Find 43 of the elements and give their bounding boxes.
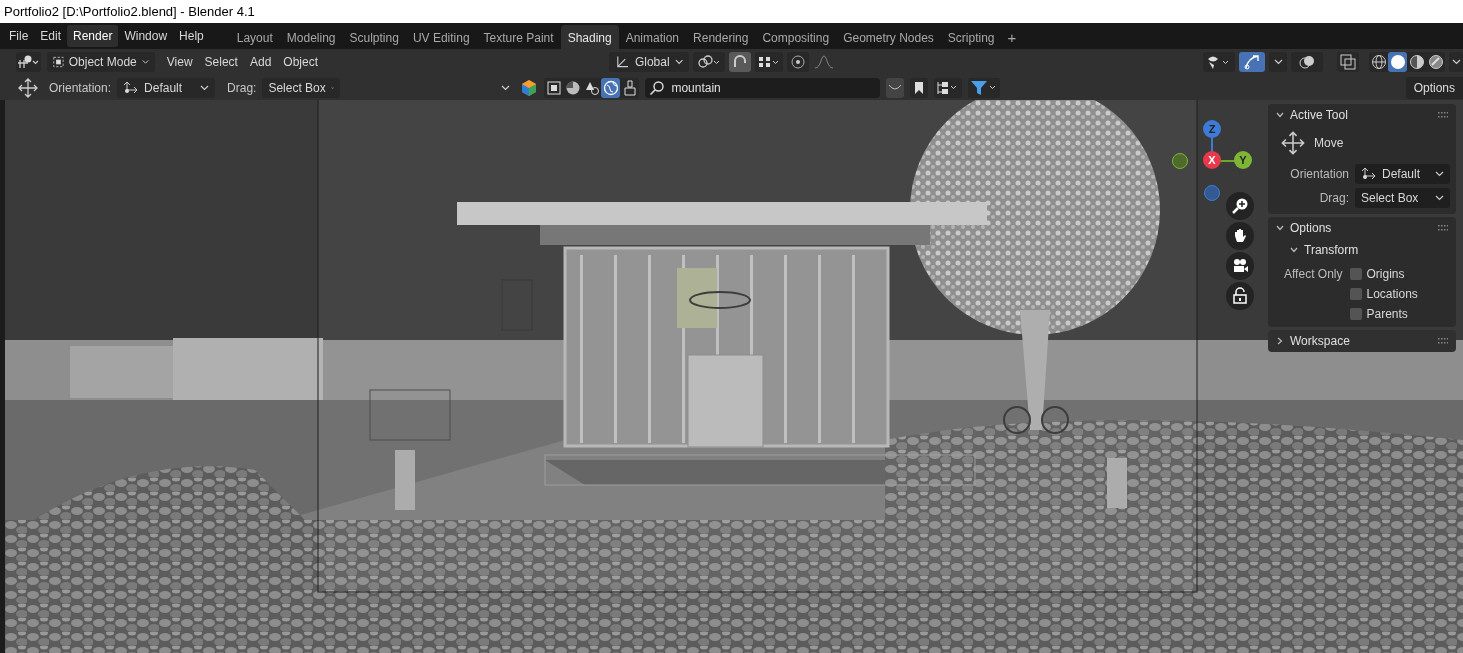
panel-header[interactable]: Options [1276, 221, 1332, 235]
workspace-tab[interactable]: Modeling [279, 25, 343, 49]
workspace-tab[interactable]: Geometry Nodes [836, 25, 941, 49]
menu-item[interactable]: Render [67, 25, 119, 47]
menu-item[interactable]: File [3, 25, 35, 47]
header-menu[interactable]: Object [277, 51, 324, 73]
workspace-tab[interactable]: Compositing [755, 25, 837, 49]
add-workspace-button[interactable]: + [1001, 26, 1023, 49]
workspace-tab[interactable]: Sculpting [342, 25, 406, 49]
panel-header[interactable]: Workspace [1276, 334, 1350, 348]
subpanel-header[interactable]: Transform [1290, 243, 1359, 257]
checkbox-label[interactable]: Parents [1366, 307, 1408, 321]
drag-dropdown[interactable]: Select Box [1355, 188, 1450, 208]
orientation-label: Orientation [1290, 167, 1349, 181]
tool-name: Move [1314, 136, 1344, 150]
workspace-tab[interactable]: Layout [229, 25, 280, 49]
search-field[interactable]: mountain [645, 77, 881, 98]
options-button[interactable]: Options [1405, 76, 1463, 99]
drag-dropdown[interactable]: Select Box [262, 77, 341, 98]
affect-only-label: Affect Only [1284, 267, 1343, 283]
transform-orientation-dropdown[interactable]: Global [609, 52, 689, 72]
orientation-dropdown[interactable]: Default [117, 77, 216, 98]
orientation-label: Orientation: [49, 80, 112, 95]
menu-item[interactable]: Help [173, 25, 210, 47]
menu-item[interactable]: Window [118, 25, 174, 47]
window-title: Portfolio2 [D:\Portfolio2.blend] - Blender 4.1 [4, 4, 255, 19]
workspace-tab[interactable]: Scripting [940, 25, 1002, 49]
drag-label: Drag: [227, 80, 257, 95]
checkbox-label[interactable]: Origins [1366, 267, 1405, 281]
menu-item[interactable]: Edit [34, 25, 68, 47]
workspace-tab[interactable]: Shading [560, 25, 619, 49]
workspace-tab[interactable]: Animation [618, 25, 687, 49]
header-menu[interactable]: View [160, 51, 199, 73]
header-menu[interactable]: Select [198, 51, 244, 73]
panel-header[interactable]: Active Tool [1276, 108, 1348, 122]
header-menu[interactable]: Add [243, 51, 278, 73]
drag-label: Drag: [1319, 191, 1349, 205]
orientation-dropdown[interactable]: Default [1355, 164, 1450, 184]
workspace-tab[interactable]: UV Editing [405, 25, 477, 49]
mode-dropdown[interactable]: Object Mode [46, 52, 155, 72]
checkbox-label[interactable]: Locations [1366, 287, 1418, 301]
workspace-tab[interactable]: Rendering [686, 25, 756, 49]
workspace-tab[interactable]: Texture Paint [476, 25, 561, 49]
